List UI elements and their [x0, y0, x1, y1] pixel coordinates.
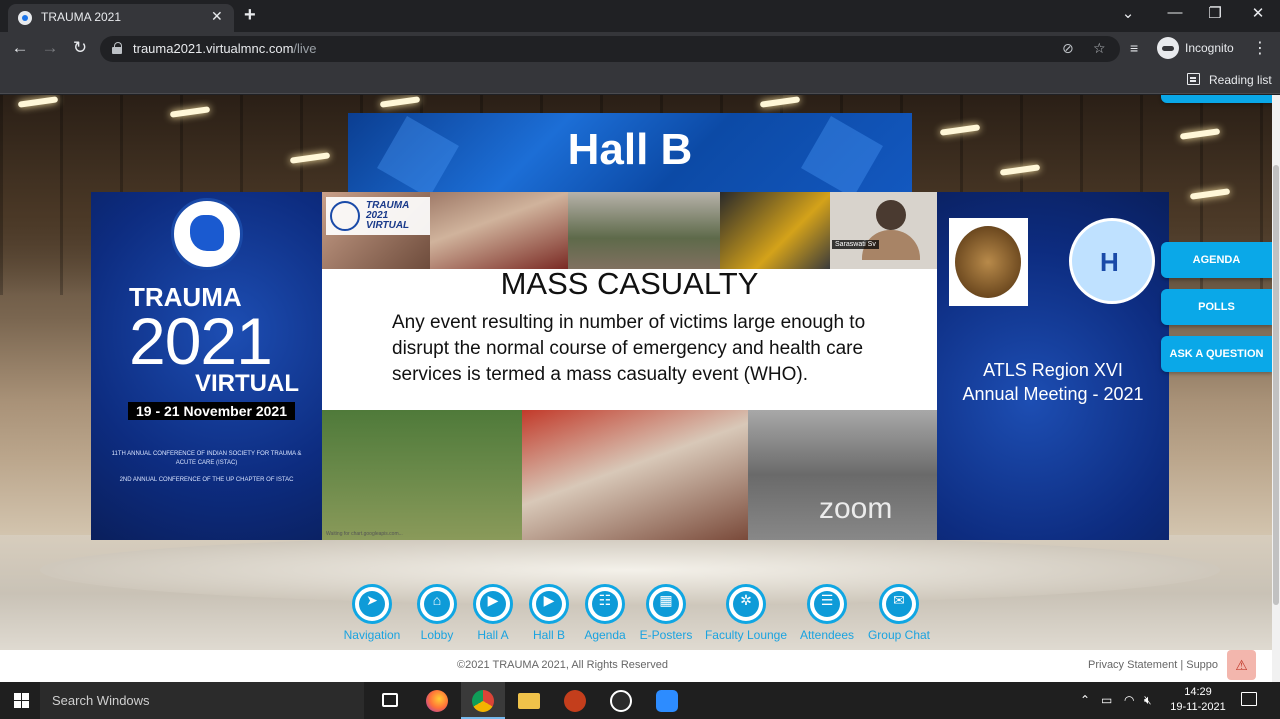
slide-status-caption: Waiting for chart.googleapis.com... — [326, 531, 403, 537]
speaker-avatar — [862, 200, 920, 260]
powerpoint-icon[interactable] — [553, 682, 597, 719]
tab-title: TRAUMA 2021 — [41, 10, 122, 24]
virtual-hall-page: Hall B TRAUMA 2021 VIRTUAL 19 - 21 Novem… — [0, 95, 1272, 682]
windows-taskbar: Search Windows ⌃ ▭ ◠ 🔇︎ 14:29 19-11-2021 — [0, 682, 1280, 719]
agenda-button[interactable]: AGENDA — [1161, 242, 1272, 278]
istac-logo — [171, 198, 243, 270]
scrollbar-thumb[interactable] — [1273, 165, 1279, 605]
taskbar-search[interactable]: Search Windows — [40, 682, 364, 719]
page-footer: ©2021 TRAUMA 2021, All Rights Reserved P… — [0, 650, 1272, 682]
window-close-icon[interactable]: ✕ — [1238, 4, 1278, 22]
bookmarks-bar: Reading list — [0, 66, 1280, 94]
stage — [40, 535, 1220, 605]
url-text[interactable]: trauma2021.virtualmnc.com/live — [133, 41, 317, 56]
incognito-label[interactable]: Incognito — [1185, 41, 1234, 55]
eye-off-icon[interactable]: ⊘ — [1062, 40, 1074, 57]
branding-year: 2021 — [129, 304, 273, 378]
browser-tab[interactable]: TRAUMA 2021 ✕ — [8, 4, 234, 32]
system-clock[interactable]: 14:29 19-11-2021 — [1168, 685, 1228, 715]
address-bar[interactable]: trauma2021.virtualmnc.com/live ⊘ ☆ — [100, 36, 1120, 62]
slide-photo — [720, 192, 830, 269]
slide-trauma-logo: TRAUMA 2021 VIRTUAL — [326, 197, 430, 235]
forward-icon[interactable]: → — [39, 38, 61, 58]
reading-list-icon[interactable] — [1187, 73, 1200, 85]
slide-heading: MASS CASUALTY — [500, 266, 759, 301]
obs-icon[interactable] — [599, 682, 643, 719]
clock-date: 19-11-2021 — [1170, 701, 1226, 713]
browser-tab-strip: TRAUMA 2021 ✕ + ⌄ — ❐ ✕ — [0, 0, 1280, 32]
search-placeholder[interactable]: Search Windows — [52, 693, 150, 708]
bookmark-star-icon[interactable]: ☆ — [1093, 40, 1106, 57]
slide-logo-text: TRAUMA 2021 VIRTUAL — [366, 200, 410, 231]
new-tab-icon[interactable]: + — [244, 4, 256, 27]
reading-list-button[interactable]: Reading list — [1209, 73, 1272, 87]
back-icon[interactable]: ← — [9, 38, 31, 58]
tab-search-icon[interactable]: ⌄ — [1108, 4, 1148, 22]
istac-mark-icon — [330, 201, 360, 231]
tab-close-icon[interactable]: ✕ — [211, 8, 223, 25]
file-explorer-icon[interactable] — [507, 682, 551, 719]
college-seal-logo — [949, 218, 1028, 306]
polls-button[interactable]: POLLS — [1161, 289, 1272, 325]
atls-branding-panel: ATLS Region XVI Annual Meeting - 2021 — [937, 192, 1169, 540]
minimize-icon[interactable]: — — [1155, 4, 1195, 21]
nav-label[interactable]: Group Chat — [854, 628, 944, 642]
chrome-icon[interactable] — [461, 682, 505, 719]
incognito-icon[interactable] — [1157, 37, 1179, 59]
battery-icon[interactable]: ▭ — [1101, 693, 1112, 707]
copyright-text: ©2021 TRAUMA 2021, All Rights Reserved — [457, 659, 668, 671]
notifications-icon[interactable] — [1241, 692, 1257, 706]
restore-icon[interactable]: ❐ — [1195, 4, 1235, 22]
nav-label[interactable]: E-Posters — [621, 628, 711, 642]
browser-menu-icon[interactable]: ⋮ — [1252, 38, 1268, 58]
page-scrollbar[interactable] — [1272, 95, 1280, 682]
slide-body-text: Any event resulting in number of victims… — [392, 312, 866, 385]
lock-icon[interactable] — [112, 42, 122, 54]
wifi-icon[interactable]: ◠ — [1124, 693, 1134, 707]
task-view-icon[interactable] — [368, 682, 412, 719]
favicon-icon — [18, 11, 32, 25]
slide-photo — [568, 192, 720, 269]
conference-branding-panel: TRAUMA 2021 VIRTUAL 19 - 21 November 202… — [91, 192, 322, 540]
footer-links[interactable]: Privacy Statement | Suppo — [1088, 659, 1218, 671]
firefox-icon[interactable] — [415, 682, 459, 719]
speaker-name: Saraswati Sv — [832, 240, 879, 249]
ask-question-button[interactable]: ASK A QUESTION — [1161, 336, 1272, 372]
zoom-app-icon[interactable] — [645, 682, 689, 719]
media-queue-icon[interactable]: ≡ — [1130, 40, 1138, 56]
nav-label[interactable]: Faculty Lounge — [701, 628, 791, 642]
clock-time: 14:29 — [1184, 686, 1212, 698]
screen-wall: TRAUMA 2021 VIRTUAL 19 - 21 November 202… — [91, 192, 1169, 540]
zoom-watermark: zoom — [819, 492, 893, 525]
side-button-hidden[interactable] — [1161, 95, 1272, 103]
atls-logo — [1069, 218, 1155, 304]
reload-icon[interactable]: ↻ — [69, 38, 91, 58]
conference-description: 11TH ANNUAL CONFERENCE OF INDIAN SOCIETY… — [111, 451, 302, 483]
hall-banner: Hall B — [348, 113, 912, 193]
slide-photo — [430, 192, 568, 269]
speaker-video-tile: Saraswati Sv — [830, 192, 937, 269]
windows-start-icon[interactable] — [14, 693, 30, 709]
slide-photo — [322, 410, 522, 540]
warning-icon[interactable]: ⚠ — [1227, 650, 1256, 680]
conference-dates: 19 - 21 November 2021 — [128, 402, 295, 420]
slide-photo — [522, 410, 748, 540]
branding-virtual: VIRTUAL — [195, 370, 299, 397]
hall-title: Hall B — [567, 125, 693, 174]
tray-chevron-icon[interactable]: ⌃ — [1080, 693, 1090, 707]
browser-toolbar: ← → ↻ trauma2021.virtualmnc.com/live ⊘ ☆… — [0, 32, 1280, 66]
atls-meeting-title: ATLS Region XVI Annual Meeting - 2021 — [962, 360, 1144, 404]
volume-mute-icon[interactable]: 🔇︎ — [1144, 693, 1152, 708]
